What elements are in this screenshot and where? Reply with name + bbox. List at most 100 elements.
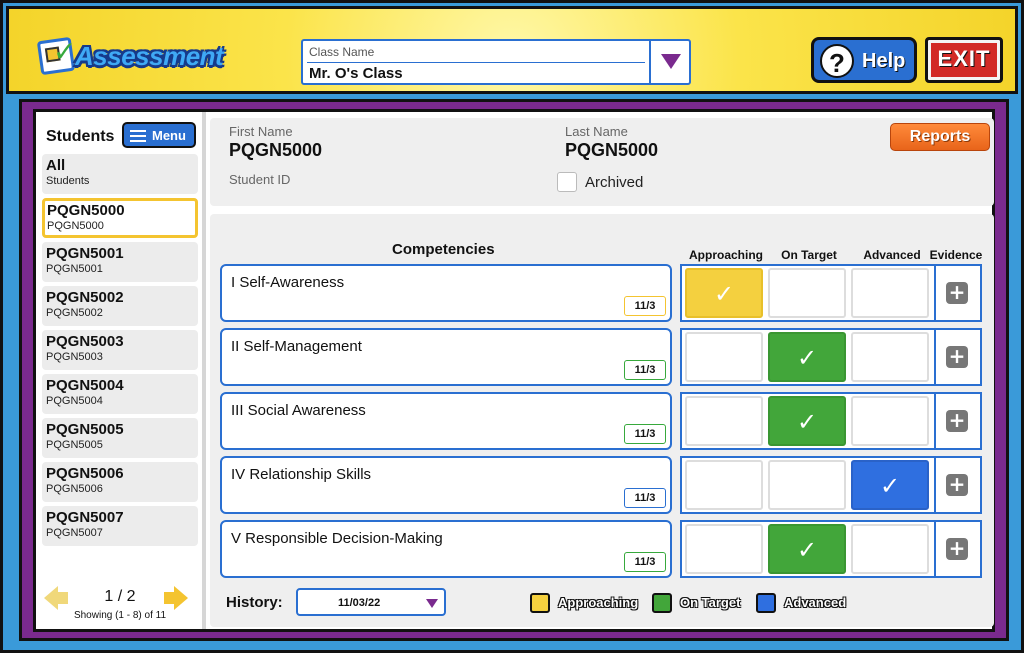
check-icon: ✓ [796,536,818,564]
rating-cell-advanced[interactable]: ✓ [851,460,929,510]
column-separator [934,458,936,512]
rating-cell-on-target[interactable]: ✓ [768,524,846,574]
student-sub: PQGN5006 [46,483,103,495]
last-name-label: Last Name [565,124,628,139]
student-name: PQGN5004 [46,377,124,394]
rating-row: ✓ + [680,328,982,386]
competency-row: III Social Awareness 11/3 [220,392,672,450]
col-header-on-target: On Target [781,248,837,262]
column-separator [934,522,936,576]
legend-label-on-target: On Target [680,595,741,610]
dropdown-arrow-icon[interactable] [649,41,689,83]
logo-text: Assessment [75,41,224,71]
add-evidence-icon[interactable]: + [946,474,968,496]
competency-row: V Responsible Decision-Making 11/3 [220,520,672,578]
check-icon: ✓ [713,280,735,308]
student-name: PQGN5006 [46,465,124,482]
rating-cell-advanced[interactable] [851,332,929,382]
student-item-pqgn5002[interactable]: PQGN5002 PQGN5002 [42,286,198,326]
rating-cell-approaching[interactable] [685,332,763,382]
competency-name: II Self-Management [231,338,362,355]
student-sub: PQGN5003 [46,351,103,363]
student-name: PQGN5000 [47,202,125,219]
student-name: PQGN5002 [46,289,124,306]
rating-cell-on-target[interactable] [768,268,846,318]
checkmark-icon: ✓ [53,35,77,68]
rating-cell-on-target[interactable]: ✓ [768,332,846,382]
column-separator [934,266,936,320]
header-bar: ✓ Assessment Class Name Mr. O's Class ? … [6,6,1018,94]
competency-name: IV Relationship Skills [231,466,372,483]
col-header-evidence: Evidence [929,248,983,262]
add-evidence-icon[interactable]: + [946,282,968,304]
student-name: PQGN5003 [46,333,124,350]
sidebar-title: Students [46,128,115,145]
student-list: All Students PQGN5000 PQGN5000 PQGN5001 … [42,154,198,550]
student-item-pqgn5001[interactable]: PQGN5001 PQGN5001 [42,242,198,282]
add-evidence-icon[interactable]: + [946,538,968,560]
rating-cell-approaching[interactable] [685,524,763,574]
menu-button[interactable]: Menu [122,122,196,148]
add-evidence-icon[interactable]: + [946,346,968,368]
student-item-all[interactable]: All Students [42,154,198,194]
check-icon: ✓ [796,344,818,372]
legend-swatch-approaching [530,593,550,613]
workspace: Students Menu All Students PQGN5000 PQGN… [36,112,994,629]
rating-row: ✓ + [680,456,982,514]
help-button[interactable]: ? Help [811,37,917,83]
rating-cell-approaching[interactable] [685,460,763,510]
history-select[interactable]: 11/03/22 [296,588,446,616]
hamburger-icon [130,130,146,142]
class-name-select[interactable]: Class Name Mr. O's Class [301,39,691,85]
first-name-label: First Name [229,124,293,139]
rating-cell-approaching[interactable] [685,396,763,446]
rating-cell-advanced[interactable] [851,524,929,574]
rating-cell-on-target[interactable]: ✓ [768,396,846,446]
student-info-panel: First Name PQGN5000 Student ID Last Name… [210,118,994,206]
competency-row: II Self-Management 11/3 [220,328,672,386]
competency-date: 11/3 [624,296,666,316]
rating-cell-advanced[interactable] [851,268,929,318]
legend-swatch-on-target [652,593,672,613]
check-icon: ✓ [796,408,818,436]
main-inner: Students Menu All Students PQGN5000 PQGN… [33,109,995,632]
competencies-panel: Competencies Approaching On Target Advan… [210,214,994,627]
legend-swatch-advanced [756,593,776,613]
exit-button[interactable]: EXIT [925,37,1003,83]
competency-name: III Social Awareness [231,402,366,419]
student-name: PQGN5001 [46,245,124,262]
rating-cell-advanced[interactable] [851,396,929,446]
next-page-arrow-icon[interactable] [164,586,188,610]
student-sub: PQGN5004 [46,395,103,407]
student-item-pqgn5005[interactable]: PQGN5005 PQGN5005 [42,418,198,458]
app-window: ✓ Assessment Class Name Mr. O's Class ? … [0,0,1024,653]
student-item-pqgn5006[interactable]: PQGN5006 PQGN5006 [42,462,198,502]
legend-label-approaching: Approaching [558,595,639,610]
rating-cell-on-target[interactable] [768,460,846,510]
reports-button[interactable]: Reports [890,123,990,151]
student-name: PQGN5005 [46,421,124,438]
rating-cell-approaching[interactable]: ✓ [685,268,763,318]
class-name-value: Mr. O's Class [309,65,403,82]
rating-row: ✓ + [680,520,982,578]
competency-row: IV Relationship Skills 11/3 [220,456,672,514]
history-value: 11/03/22 [338,597,381,609]
menu-label: Menu [152,128,186,143]
student-sidebar: Students Menu All Students PQGN5000 PQGN… [38,114,202,627]
competency-date: 11/3 [624,360,666,380]
competency-date: 11/3 [624,552,666,572]
add-evidence-icon[interactable]: + [946,410,968,432]
student-item-pqgn5003[interactable]: PQGN5003 PQGN5003 [42,330,198,370]
student-pager: 1 / 2 Showing (1 - 8) of 11 [38,584,202,628]
student-sub: PQGN5005 [46,439,103,451]
check-icon: ✓ [879,472,901,500]
student-name: PQGN5007 [46,509,124,526]
student-item-pqgn5000[interactable]: PQGN5000 PQGN5000 [42,198,198,238]
student-item-pqgn5007[interactable]: PQGN5007 PQGN5007 [42,506,198,546]
class-name-underline [307,62,645,63]
student-sub: PQGN5002 [46,307,103,319]
competency-name: I Self-Awareness [231,274,345,291]
archived-checkbox[interactable] [557,172,577,192]
rating-row: ✓ + [680,264,982,322]
student-item-pqgn5004[interactable]: PQGN5004 PQGN5004 [42,374,198,414]
